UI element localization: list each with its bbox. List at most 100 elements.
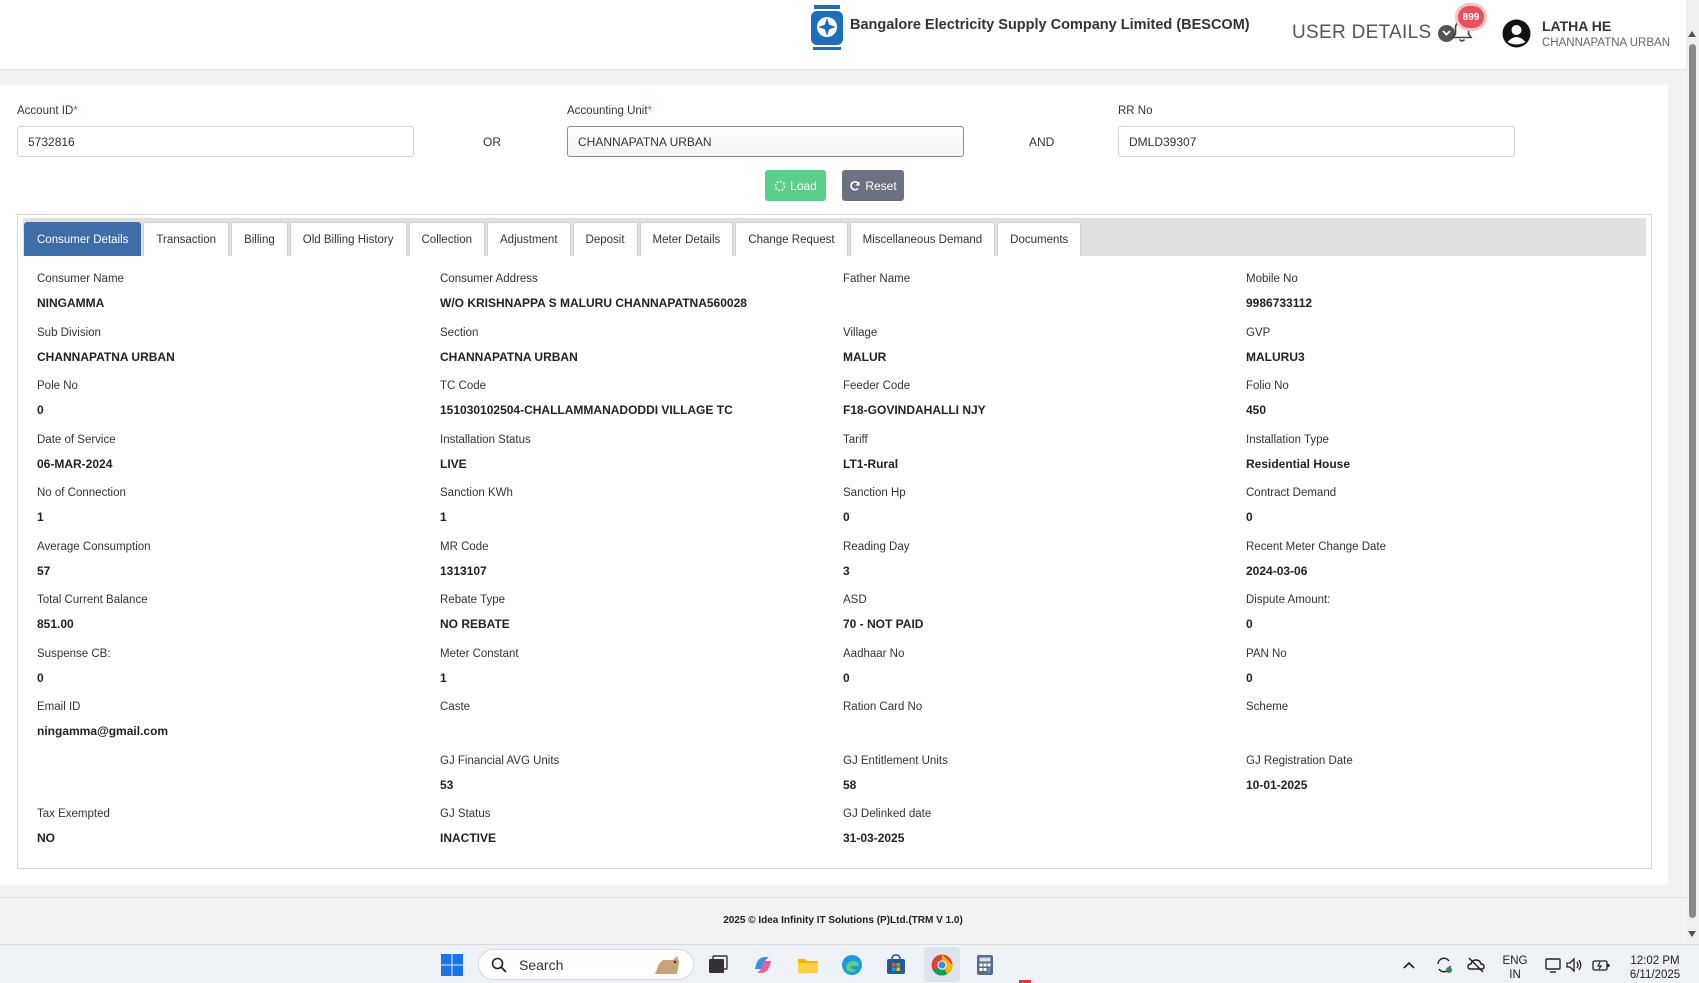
footer-text: 2025 © Idea Infinity IT Solutions (P)Ltd…: [723, 915, 963, 926]
taskbar-search[interactable]: Search: [478, 949, 694, 980]
onedrive-offline-icon[interactable]: [1466, 955, 1486, 975]
windows-taskbar: Search ENG IN 12:02 PM 6/11/2025: [0, 944, 1699, 983]
detail-value: 58: [843, 777, 857, 792]
details-panel: Consumer Details Transaction Billing Old Bi…: [17, 214, 1652, 869]
detail-field: Meter Constant 1: [440, 645, 843, 699]
detail-label: Total Current Balance: [37, 594, 148, 606]
detail-field: Scheme: [1246, 698, 1649, 752]
detail-field: Section CHANNAPATNA URBAN: [440, 324, 843, 378]
vertical-scrollbar[interactable]: [1686, 0, 1699, 944]
account-id-input[interactable]: [17, 126, 414, 157]
clock-time: 12:02 PM: [1630, 955, 1680, 967]
and-label: AND: [1029, 135, 1055, 149]
tab-adjustment[interactable]: Adjustment: [487, 222, 571, 256]
detail-value: 151030102504-CHALLAMMANADODDI VILLAGE TC: [440, 403, 733, 417]
detail-label: Average Consumption: [37, 540, 151, 553]
rr-no-input[interactable]: [1118, 126, 1515, 157]
tab-transaction[interactable]: Transaction: [143, 222, 230, 256]
detail-field: GVP MALURU3: [1246, 324, 1649, 378]
detail-value: [37, 778, 440, 796]
detail-label: Meter Constant: [440, 647, 519, 660]
detail-field: Installation Status LIVE: [440, 431, 843, 485]
detail-value: [843, 724, 1246, 742]
edge-browser-icon[interactable]: [840, 953, 864, 977]
detail-field: Sub Division CHANNAPATNA URBAN: [37, 324, 440, 378]
detail-field: PAN No 0: [1246, 645, 1649, 699]
detail-value: 2024-03-06: [1246, 563, 1308, 578]
detail-field: No of Connection 1: [37, 484, 440, 538]
rr-no-label: RR No: [1118, 105, 1153, 117]
detail-label: Feeder Code: [843, 380, 911, 392]
detail-label: Aadhaar No: [843, 647, 905, 660]
tab-consumer-details[interactable]: Consumer Details: [24, 222, 142, 256]
detail-label: Dispute Amount:: [1246, 594, 1331, 606]
tab-change-request[interactable]: Change Request: [735, 222, 848, 256]
detail-label: ASD: [843, 594, 867, 606]
tab-meter-details[interactable]: Meter Details: [639, 222, 734, 256]
detail-field: Reading Day 3: [843, 538, 1246, 592]
detail-label: GJ Financial AVG Units: [440, 754, 560, 767]
tab-miscellaneous-demand[interactable]: Miscellaneous Demand: [849, 222, 996, 256]
copilot-icon[interactable]: [751, 953, 775, 977]
detail-field: Mobile No 9986733112: [1246, 270, 1649, 324]
detail-label: Father Name: [843, 273, 911, 285]
detail-value: NO: [37, 831, 55, 845]
detail-label: GJ Status: [440, 808, 491, 820]
user-avatar-icon[interactable]: [1502, 19, 1531, 48]
file-explorer-icon[interactable]: [796, 953, 820, 977]
clock[interactable]: 12:02 PM 6/11/2025: [1620, 954, 1690, 982]
detail-value: 53: [440, 777, 454, 792]
detail-label: Installation Type: [1246, 433, 1329, 446]
detail-value: LT1-Rural: [843, 456, 899, 471]
chrome-browser-icon[interactable]: [930, 953, 954, 977]
tab-old-billing-history[interactable]: Old Billing History: [289, 222, 407, 256]
search-highlight-cat-icon: [655, 955, 679, 974]
microsoft-store-icon[interactable]: [884, 953, 908, 977]
network-icon[interactable]: [1543, 955, 1563, 975]
scroll-up-icon[interactable]: [1688, 31, 1696, 37]
detail-field: Installation Type Residential House: [1246, 431, 1649, 485]
load-button[interactable]: Load: [765, 170, 826, 201]
detail-value: [440, 724, 843, 742]
detail-label: Scheme: [1246, 701, 1289, 713]
language-indicator[interactable]: ENG IN: [1500, 954, 1530, 982]
chevron-up-icon[interactable]: [1401, 957, 1417, 973]
bescom-logo-icon: [811, 5, 843, 50]
detail-label: Recent Meter Change Date: [1246, 540, 1386, 553]
detail-label: Section: [440, 326, 479, 339]
windows-start-icon[interactable]: [440, 953, 464, 977]
detail-value: 0: [843, 510, 850, 524]
detail-label: Folio No: [1246, 380, 1289, 392]
spinner-icon: [774, 180, 786, 191]
detail-field: Feeder Code F18-GOVINDAHALLI NJY: [843, 377, 1246, 431]
tab-billing[interactable]: Billing: [231, 222, 288, 256]
detail-field: Rebate Type NO REBATE: [440, 591, 843, 645]
accounting-unit-select[interactable]: [567, 126, 964, 157]
tab-bar: Consumer Details Transaction Billing Old Bi…: [23, 218, 1646, 256]
user-details-menu[interactable]: USER DETAILS: [1292, 22, 1456, 44]
calculator-icon[interactable]: [973, 953, 997, 977]
detail-field: Caste: [440, 698, 843, 752]
tab-documents[interactable]: Documents: [997, 222, 1082, 256]
detail-field: [37, 752, 440, 806]
detail-label: GJ Entitlement Units: [843, 754, 948, 767]
reset-button[interactable]: Reset: [842, 170, 904, 201]
battery-icon[interactable]: [1591, 955, 1611, 975]
detail-value: Residential House: [1246, 456, 1351, 471]
sync-icon[interactable]: [1434, 955, 1454, 975]
task-view-icon[interactable]: [706, 953, 730, 977]
or-label: OR: [483, 135, 501, 149]
detail-value: 06-MAR-2024: [37, 456, 113, 471]
tab-deposit[interactable]: Deposit: [572, 222, 638, 256]
accounting-unit-label: Accounting Unit*: [567, 105, 653, 117]
tab-collection[interactable]: Collection: [408, 222, 485, 256]
detail-field: Aadhaar No 0: [843, 645, 1246, 699]
volume-icon[interactable]: [1564, 955, 1584, 975]
detail-label: Caste: [440, 701, 471, 713]
scrollbar-thumb[interactable]: [1689, 44, 1696, 918]
detail-value: 1: [440, 670, 447, 685]
detail-label: Suspense CB:: [37, 647, 111, 660]
detail-label: Pole No: [37, 380, 78, 392]
company-name: Bangalore Electricity Supply Company Lim…: [850, 17, 1250, 33]
scroll-down-icon[interactable]: [1688, 931, 1696, 937]
